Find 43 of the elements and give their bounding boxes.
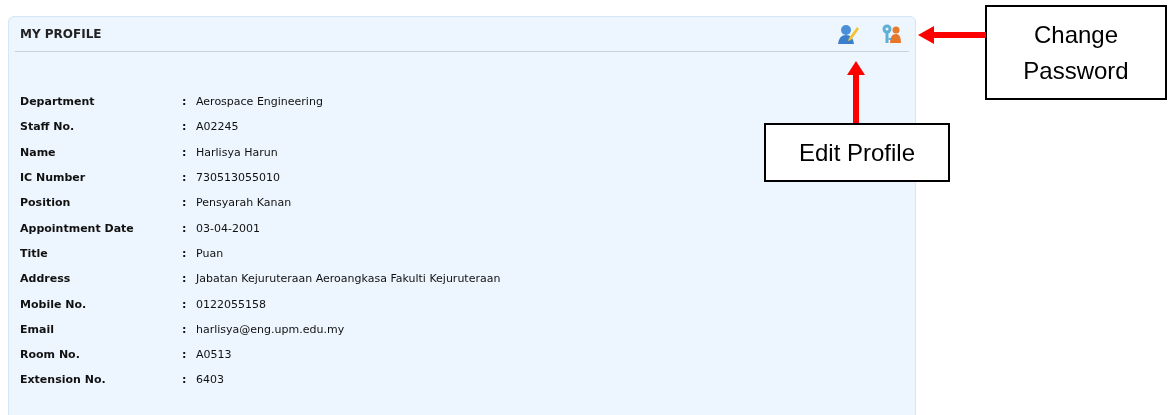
colon: : bbox=[182, 221, 188, 235]
colon: : bbox=[182, 272, 188, 286]
field-label: Mobile No. bbox=[20, 297, 88, 311]
field-value: 730513055010 bbox=[196, 171, 280, 185]
panel-title: MY PROFILE bbox=[19, 27, 102, 41]
field-label: Email bbox=[20, 322, 55, 336]
field-label: Appointment Date bbox=[20, 221, 135, 235]
field-label: Room No. bbox=[20, 348, 81, 362]
field-label: Extension No. bbox=[20, 373, 107, 387]
arrow bbox=[847, 61, 865, 123]
colon: : bbox=[182, 95, 188, 109]
colon: : bbox=[182, 322, 188, 336]
field-label: IC Number bbox=[20, 171, 87, 185]
colon: : bbox=[182, 120, 188, 134]
field-value: Aerospace Engineering bbox=[196, 95, 323, 109]
colon: : bbox=[182, 348, 188, 362]
colon: : bbox=[182, 246, 188, 260]
field-label: Name bbox=[20, 145, 57, 159]
field-value: Harlisya Harun bbox=[196, 145, 278, 159]
colon: : bbox=[182, 373, 188, 387]
colon: : bbox=[182, 171, 188, 185]
colon: : bbox=[182, 145, 188, 159]
field-label: Staff No. bbox=[20, 120, 76, 134]
key-user-icon[interactable] bbox=[881, 23, 901, 45]
user-pencil-icon[interactable] bbox=[837, 23, 859, 45]
field-value: 03-04-2001 bbox=[196, 221, 260, 235]
callout-box: Change Password bbox=[985, 5, 1167, 100]
field-label: Position bbox=[20, 196, 72, 210]
field-value: harlisya@eng.upm.edu.my bbox=[196, 322, 345, 336]
field-value: 6403 bbox=[196, 373, 224, 387]
field-value: Pensyarah Kanan bbox=[196, 196, 292, 210]
field-label: Title bbox=[20, 246, 49, 260]
field-label: Department bbox=[20, 95, 96, 109]
arrow bbox=[918, 26, 986, 44]
colon: : bbox=[182, 297, 188, 311]
field-value: 0122055158 bbox=[196, 297, 266, 311]
field-value: A02245 bbox=[196, 120, 239, 134]
field-value: Jabatan Kejuruteraan Aeroangkasa Fakulti Kejuruteraan bbox=[196, 272, 501, 286]
callout-box: Edit Profile bbox=[764, 123, 950, 182]
field-value: Puan bbox=[196, 246, 224, 260]
field-label: Address bbox=[20, 272, 72, 286]
colon: : bbox=[182, 196, 188, 210]
field-value: A0513 bbox=[196, 348, 232, 362]
